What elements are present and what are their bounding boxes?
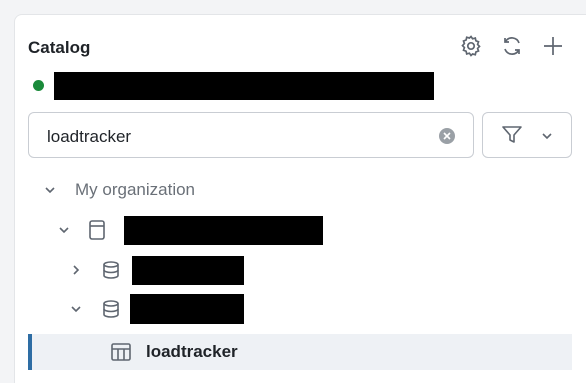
selection-indicator [28,334,32,370]
tree-row-organization[interactable]: My organization [28,172,572,208]
filter-button[interactable] [482,112,572,158]
redacted-project-name [124,216,323,245]
catalog-title: Catalog [28,38,91,57]
plus-icon[interactable] [539,32,567,60]
organization-label: My organization [75,180,196,199]
table-icon [110,334,132,370]
redacted-dataset-name [132,256,244,285]
chevron-right-icon[interactable] [68,252,84,288]
chevron-down-icon [541,129,553,147]
filter-icon [501,124,523,151]
dataset-icon [101,252,121,288]
tree-row-table-loadtracker[interactable]: loadtracker [28,334,572,370]
refresh-icon[interactable] [498,32,526,60]
project-icon [88,212,106,248]
redacted-connection-name [54,72,434,100]
clear-search-icon[interactable] [439,128,455,144]
dataset-icon [101,291,121,327]
search-input-value[interactable]: loadtracker [47,127,131,147]
tree-row-dataset-expanded[interactable] [28,291,572,327]
connection-status-dot [33,80,44,91]
redacted-dataset-name [130,294,244,324]
chevron-down-icon[interactable] [68,291,84,327]
chevron-down-icon[interactable] [42,172,58,208]
table-label: loadtracker [146,342,238,361]
tree-row-dataset-collapsed[interactable] [28,252,572,288]
chevron-down-icon[interactable] [56,212,72,248]
gear-icon[interactable] [457,32,485,60]
search-input[interactable]: loadtracker [28,112,474,158]
